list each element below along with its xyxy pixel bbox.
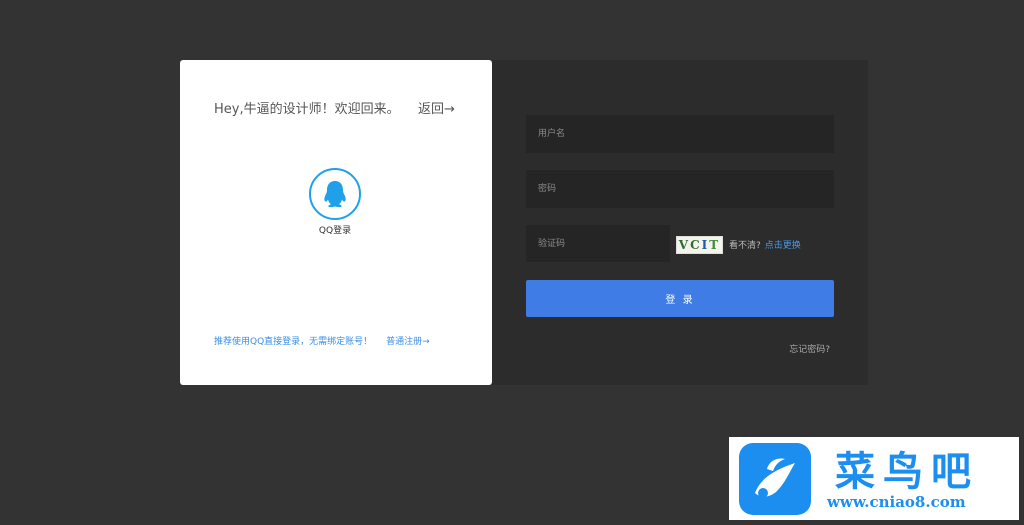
- captcha-image[interactable]: VC I T: [676, 236, 723, 254]
- captcha-refresh-link[interactable]: 点击更换: [765, 241, 801, 251]
- watermark: 菜鸟吧 www.cniao8.com: [729, 437, 1019, 520]
- bird-logo-shape: [755, 458, 795, 498]
- register-link[interactable]: 普通注册→: [386, 337, 430, 347]
- greeting-text: Hey,牛逼的设计师！欢迎回来。: [214, 102, 400, 117]
- captcha-input[interactable]: [526, 225, 670, 262]
- captcha-hint: 看不清? 点击更换: [729, 238, 801, 251]
- captcha-char: VC: [678, 238, 702, 252]
- forgot-password-link[interactable]: 忘记密码?: [789, 342, 830, 355]
- recommend-qq-link[interactable]: 推荐使用QQ直接登录，无需绑定账号！: [214, 337, 372, 347]
- username-input[interactable]: [526, 115, 834, 153]
- watermark-title: 菜鸟吧: [835, 448, 979, 495]
- bird-logo-icon: [739, 443, 811, 515]
- captcha-hint-text: 看不清?: [729, 241, 761, 251]
- captcha-char: T: [709, 238, 721, 252]
- password-input[interactable]: [526, 170, 834, 208]
- watermark-url: www.cniao8.com: [827, 493, 966, 511]
- qq-login-button[interactable]: QQ登录: [307, 168, 363, 236]
- social-login-card: Hey,牛逼的设计师！欢迎回来。 返回→ QQ登录 推荐使用QQ直接登录，无需绑…: [180, 60, 492, 385]
- back-link[interactable]: 返回→: [418, 98, 455, 117]
- login-form-panel: VCIT 看不清? 点击更换 登 录 忘记密码?: [492, 60, 868, 385]
- qq-icon-circle: [309, 168, 361, 220]
- qq-penguin-icon: [324, 181, 346, 208]
- login-page: Hey,牛逼的设计师！欢迎回来。 返回→ QQ登录 推荐使用QQ直接登录，无需绑…: [0, 0, 1024, 525]
- captcha-char: I: [701, 238, 710, 252]
- bottom-links: 推荐使用QQ直接登录，无需绑定账号！ 普通注册→: [214, 334, 430, 347]
- login-button[interactable]: 登 录: [526, 280, 834, 317]
- qq-login-label: QQ登录: [318, 226, 352, 236]
